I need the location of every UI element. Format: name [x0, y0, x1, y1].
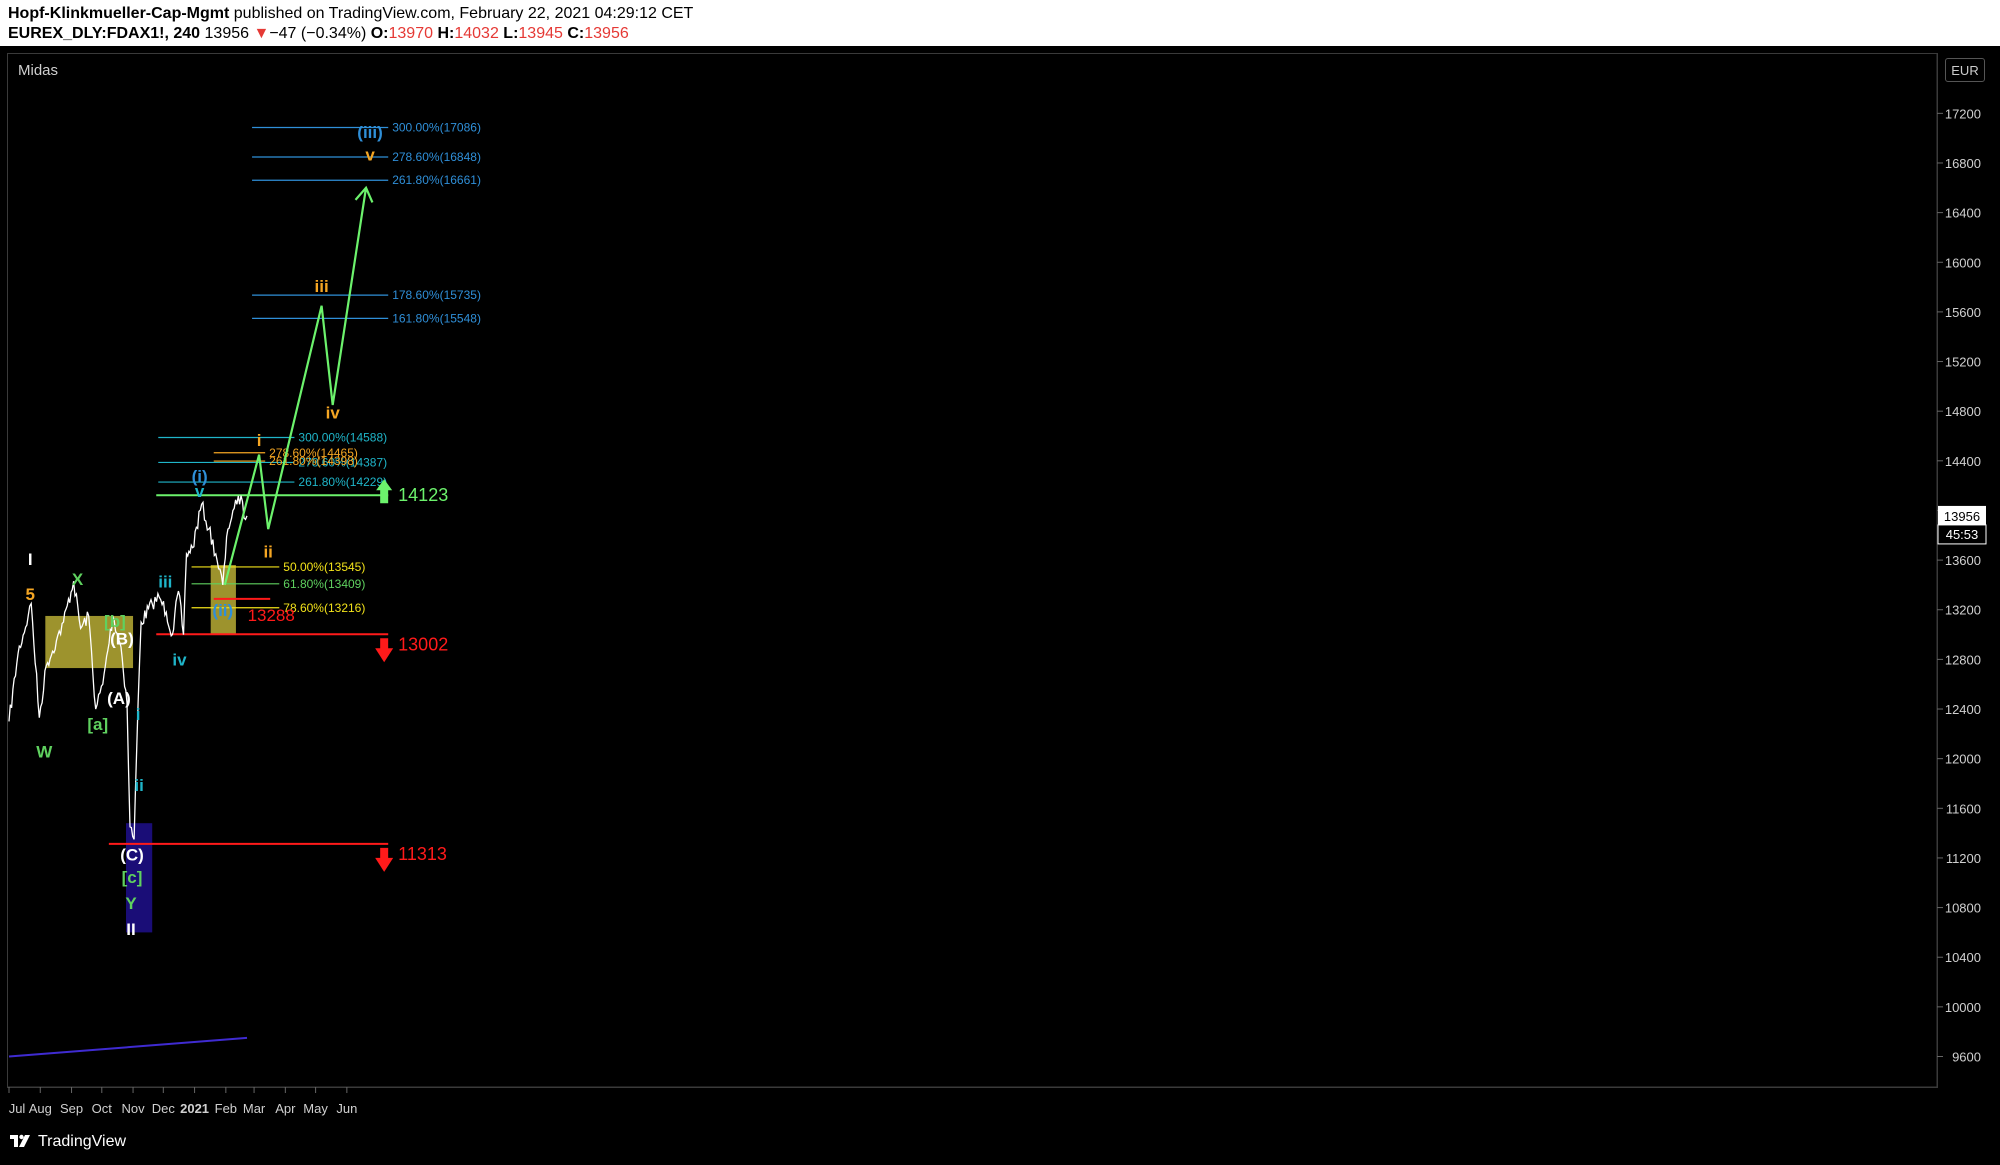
y-tick-label-8: 12800	[1945, 652, 1981, 667]
x-tick-label-11: Jun	[336, 1101, 357, 1116]
y-tick-label-10: 13600	[1945, 553, 1981, 568]
wave-label-5: (B)	[110, 629, 134, 648]
y-tick-label-0: 9600	[1952, 1050, 1981, 1065]
wave-label-19: i	[257, 431, 262, 450]
wave-label-6: [a]	[87, 715, 108, 734]
x-tick-label-9: Apr	[275, 1101, 296, 1116]
level-label-13: 78.60%(13216)	[283, 601, 365, 615]
level-label-12: 61.80%(13409)	[283, 577, 365, 591]
y-tick-label-3: 10800	[1945, 901, 1981, 916]
level-label-5: 300.00%(14588)	[298, 430, 387, 444]
wave-label-15: iv	[172, 651, 187, 670]
level-label-7: 261.80%(14229)	[298, 475, 387, 489]
arrow-down-icon	[375, 638, 394, 663]
x-tick-label-6: 2021	[180, 1101, 209, 1116]
y-tick-label-15: 15600	[1945, 305, 1981, 320]
level-label-0: 300.00%(17086)	[392, 120, 481, 134]
midas-line[interactable]	[8, 1036, 248, 1058]
y-tick-label-13: 14800	[1945, 404, 1981, 419]
wave-label-2: W	[36, 742, 53, 761]
wave-label-3: X	[72, 570, 84, 589]
y-tick-label-14: 15200	[1945, 355, 1981, 370]
level-label-1: 278.60%(16848)	[392, 150, 481, 164]
y-tick-label-1: 10000	[1945, 1000, 1981, 1015]
study-legend[interactable]: Midas	[18, 62, 58, 79]
wave-label-13: II	[126, 920, 135, 939]
projection-path[interactable]	[223, 187, 368, 586]
countdown-tag: 45:53	[1946, 527, 1979, 542]
level-tag-2: 11313	[398, 844, 447, 864]
wave-label-24: v	[365, 145, 375, 164]
y-tick-label-9: 13200	[1945, 603, 1981, 618]
x-tick-label-3: Oct	[92, 1101, 113, 1116]
wave-label-7: (A)	[107, 689, 131, 708]
y-tick-label-6: 12000	[1945, 752, 1981, 767]
y-tick-label-19: 17200	[1945, 106, 1981, 121]
y-tick-label-17: 16400	[1945, 206, 1981, 221]
wave-label-20: ii	[263, 543, 272, 562]
wave-label-12: Y	[125, 894, 137, 913]
y-tick-label-7: 12400	[1945, 702, 1981, 717]
x-tick-label-0: Jul	[9, 1101, 26, 1116]
wave-label-8: i	[136, 705, 141, 724]
y-tick-label-16: 16000	[1945, 255, 1981, 270]
wave-label-22: iv	[326, 404, 341, 423]
x-tick-label-8: Mar	[243, 1101, 266, 1116]
wave-label-17: v	[195, 482, 205, 501]
level-label-2: 261.80%(16661)	[392, 173, 481, 187]
level-tag-0: 14123	[398, 485, 448, 505]
wave-label-23: (iii)	[357, 123, 383, 142]
wave-label-10: (C)	[120, 845, 144, 864]
y-tick-label-12: 14400	[1945, 454, 1981, 469]
y-tick-label-4: 11200	[1946, 851, 1981, 866]
currency-button[interactable]: EUR	[1945, 58, 1985, 82]
y-tick-label-5: 11600	[1946, 801, 1981, 816]
wave-label-18: (ii)	[212, 601, 233, 620]
x-tick-label-2: Sep	[60, 1101, 83, 1116]
price-chart[interactable]: 300.00%(17086) 278.60%(16848) 261.80%(1666…	[0, 0, 2000, 1125]
level-label-4: 161.80%(15548)	[392, 311, 481, 325]
wave-label-0: I	[28, 550, 33, 569]
tradingview-logo-icon[interactable]	[8, 1131, 32, 1151]
x-tick-label-1: Aug	[29, 1101, 52, 1116]
level-tag-3: 13288	[248, 606, 295, 625]
y-tick-label-18: 16800	[1945, 156, 1981, 171]
level-label-3: 178.60%(15735)	[392, 288, 481, 302]
x-tick-label-5: Dec	[152, 1101, 176, 1116]
x-tick-label-4: Nov	[121, 1101, 145, 1116]
wave-label-4: [b]	[104, 612, 126, 631]
wave-label-9: ii	[134, 776, 143, 795]
footer	[0, 1125, 2000, 1165]
x-tick-label-7: Feb	[215, 1101, 237, 1116]
arrow-down-icon	[375, 847, 394, 872]
wave-label-1: 5	[25, 585, 34, 604]
level-label-11: 50.00%(13545)	[283, 560, 365, 574]
wave-label-11: [c]	[122, 868, 143, 887]
y-tick-label-2: 10400	[1945, 950, 1981, 965]
wave-label-14: iii	[158, 572, 172, 591]
x-tick-label-10: May	[303, 1101, 328, 1116]
tradingview-brand[interactable]: TradingView	[38, 1133, 126, 1151]
last-price-tag: 13956	[1944, 509, 1980, 524]
level-tag-1: 13002	[398, 634, 448, 654]
wave-label-21: iii	[315, 277, 329, 296]
